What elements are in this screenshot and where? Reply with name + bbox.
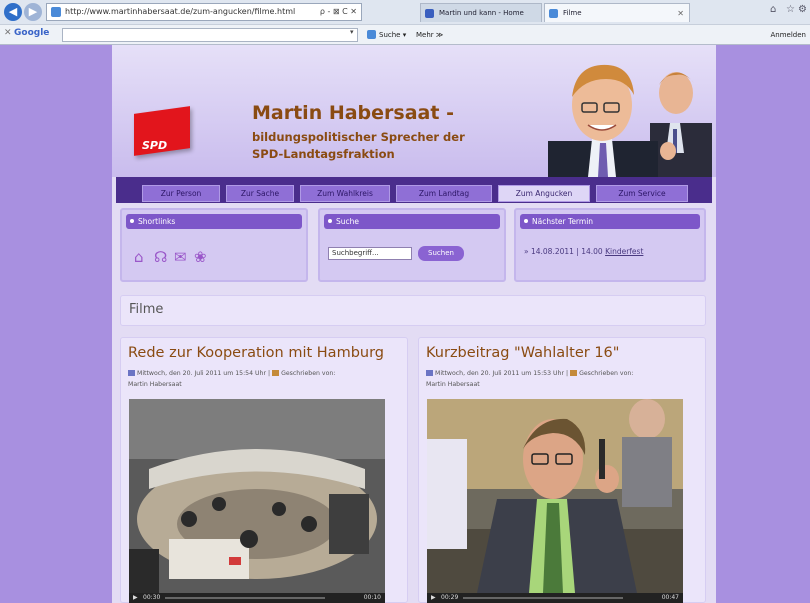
video-duration: 00:47	[661, 594, 679, 601]
video-time: 00:30	[143, 594, 161, 601]
calendar-icon	[128, 370, 135, 376]
post-title[interactable]: Kurzbeitrag "Wahlalter 16"	[426, 345, 619, 361]
post-meta: Mittwoch, den 20. Juli 2011 um 15:53 Uhr…	[426, 370, 634, 388]
address-url: http://www.martinhabersaat.de/zum-anguck…	[65, 7, 296, 16]
tab-favicon-icon	[425, 9, 434, 18]
tab-label: Martin und kann - Home	[439, 9, 524, 17]
shortlinks-heading-text: Shortlinks	[138, 217, 176, 226]
site-title: Martin Habersaat -	[252, 102, 454, 124]
termin-link[interactable]: Kinderfest	[605, 247, 643, 256]
post-date: Mittwoch, den 20. Juli 2011 um 15:54 Uhr	[137, 370, 267, 377]
google-search-input[interactable]	[62, 28, 358, 42]
address-bar[interactable]: http://www.martinhabersaat.de/zum-anguck…	[46, 3, 362, 21]
google-toolbar: ✕ Google ▾ Suche ▾ Mehr ≫ Anmelden	[0, 24, 810, 44]
toolbar-close-icon[interactable]: ✕	[4, 28, 12, 38]
video-time: 00:29	[441, 594, 459, 601]
menu-zum-wahlkreis[interactable]: Zum Wahlkreis	[300, 185, 390, 202]
video-player[interactable]	[427, 399, 683, 593]
bullet-icon	[130, 219, 134, 223]
menu-zum-landtag[interactable]: Zum Landtag	[396, 185, 492, 202]
post-card: Kurzbeitrag "Wahlalter 16" Mittwoch, den…	[418, 337, 706, 603]
favorites-icon[interactable]: ☆	[786, 4, 795, 15]
browser-chrome: ◀ ▶ http://www.martinhabersaat.de/zum-an…	[0, 0, 810, 45]
site-header: SPD Martin Habersaat - bildungspolitisch…	[112, 45, 716, 177]
browser-tab-home[interactable]: Martin und kann - Home	[420, 3, 542, 22]
google-suche-button[interactable]: Suche ▾	[367, 28, 406, 42]
search-heading: Suche	[324, 214, 500, 229]
post-author: Martin Habersaat	[128, 381, 182, 388]
page-icon	[51, 7, 61, 17]
main-menu: Zur Person Zur Sache Zum Wahlkreis Zum L…	[116, 177, 712, 203]
search-button[interactable]: Suchen	[418, 246, 464, 261]
post-date: Mittwoch, den 20. Juli 2011 um 15:53 Uhr	[435, 370, 565, 377]
shortlinks-box: Shortlinks ⌂ ☊ ✉ ❀	[120, 208, 308, 282]
section-header: Filme	[120, 295, 706, 326]
video-duration: 00:10	[363, 594, 381, 601]
menu-zur-sache[interactable]: Zur Sache	[226, 185, 294, 202]
post-card: Rede zur Kooperation mit Hamburg Mittwoc…	[120, 337, 408, 603]
video-controls[interactable]: ▶ 00:30 00:10	[129, 593, 385, 603]
user-icon	[570, 370, 578, 376]
post-title[interactable]: Rede zur Kooperation mit Hamburg	[128, 345, 384, 361]
chevron-down-icon[interactable]: ▾	[350, 28, 354, 36]
video-player[interactable]	[129, 399, 385, 593]
mail-icon[interactable]: ✉	[174, 248, 187, 266]
forward-button[interactable]: ▶	[24, 3, 42, 21]
page-content: SPD Martin Habersaat - bildungspolitisch…	[112, 45, 716, 603]
spd-logo-text: SPD	[142, 139, 168, 152]
search-box: Suche Suchbegriff... Suchen	[318, 208, 506, 282]
help-icon[interactable]: ☊	[154, 248, 167, 266]
menu-zur-person[interactable]: Zur Person	[142, 185, 220, 202]
site-subtitle: bildungspolitischer Sprecher der	[252, 130, 465, 144]
post-author-label: Geschrieben von:	[579, 370, 634, 377]
menu-zum-service[interactable]: Zum Service	[596, 185, 688, 202]
user-icon	[272, 370, 280, 376]
google-suche-label: Suche	[379, 31, 401, 39]
browser-tab-filme[interactable]: Filme ✕	[544, 3, 690, 22]
shortlinks-heading: Shortlinks	[126, 214, 302, 229]
portrait-image	[548, 64, 712, 177]
menu-zum-angucken[interactable]: Zum Angucken	[498, 185, 590, 202]
termin-entry: » 14.08.2011 | 14.00 Kinderfest	[524, 247, 643, 256]
termin-box: Nächster Termin » 14.08.2011 | 14.00 Kin…	[514, 208, 706, 282]
play-icon[interactable]: ▶	[431, 594, 436, 601]
tab-favicon-icon	[549, 9, 558, 18]
video-seekbar[interactable]	[165, 597, 325, 599]
termin-heading: Nächster Termin	[520, 214, 700, 229]
tab-label: Filme	[563, 9, 582, 17]
termin-date: » 14.08.2011 | 14.00	[524, 247, 603, 256]
search-input[interactable]: Suchbegriff...	[328, 247, 412, 260]
google-mehr-button[interactable]: Mehr ≫	[416, 28, 443, 42]
site-subtitle-2: SPD-Landtagsfraktion	[252, 147, 395, 161]
section-title: Filme	[129, 302, 164, 317]
post-author-label: Geschrieben von:	[281, 370, 336, 377]
calendar-icon	[426, 370, 433, 376]
post-meta: Mittwoch, den 20. Juli 2011 um 15:54 Uhr…	[128, 370, 336, 388]
anmelden-button[interactable]: Anmelden	[771, 28, 806, 42]
address-tools[interactable]: ρ - ⊠ C ✕	[320, 4, 357, 20]
play-icon[interactable]: ▶	[133, 594, 138, 601]
flower-icon[interactable]: ❀	[194, 248, 207, 266]
settings-icon[interactable]: ⚙	[798, 4, 807, 15]
bullet-icon	[328, 219, 332, 223]
google-icon	[367, 30, 376, 39]
bullet-icon	[524, 219, 528, 223]
back-button[interactable]: ◀	[4, 3, 22, 21]
home-icon[interactable]: ⌂	[770, 4, 776, 15]
video-controls[interactable]: ▶ 00:29 00:47	[427, 593, 683, 603]
home-icon[interactable]: ⌂	[134, 248, 144, 266]
video-seekbar[interactable]	[463, 597, 623, 599]
tab-close-icon[interactable]: ✕	[677, 4, 684, 22]
termin-heading-text: Nächster Termin	[532, 217, 594, 226]
post-author: Martin Habersaat	[426, 381, 480, 388]
google-logo: Google	[14, 28, 50, 38]
search-heading-text: Suche	[336, 217, 360, 226]
